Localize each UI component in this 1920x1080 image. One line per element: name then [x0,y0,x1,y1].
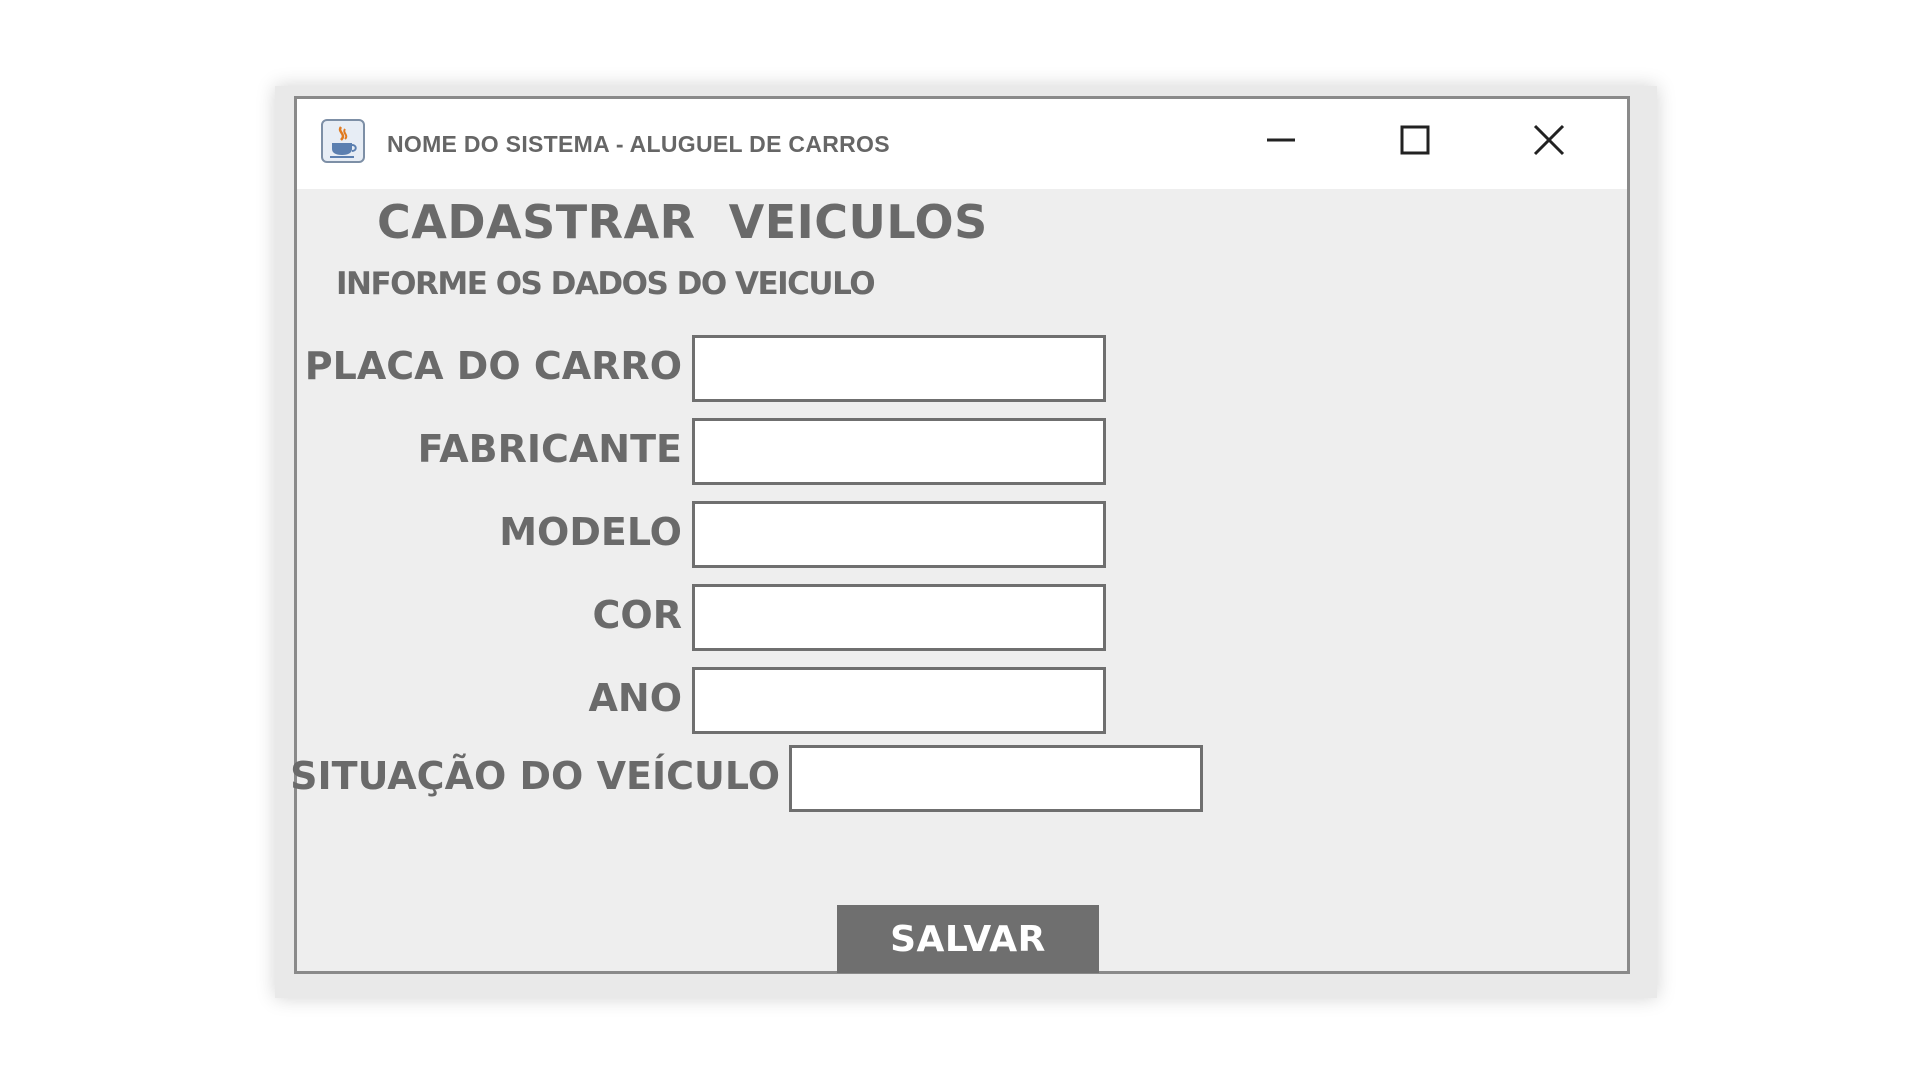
minimize-icon [1264,123,1298,162]
model-label: MODELO [499,510,682,554]
plate-label: PLACA DO CARRO [304,344,682,388]
form-subtitle: INFORME OS DADOS DO VEICULO [336,266,876,302]
model-field[interactable] [692,501,1106,568]
maximize-icon [1398,123,1432,162]
vehicle-status-field[interactable] [789,745,1203,812]
color-label: COR [592,593,682,637]
minimize-button[interactable] [1251,117,1311,167]
app-window: NOME DO SISTEMA - ALUGUEL DE CARROS CADA… [290,96,1630,974]
plate-field[interactable] [692,335,1106,402]
close-button[interactable] [1519,117,1579,167]
vehicle-status-label: SITUAÇÃO DO VEÍCULO [290,754,780,798]
manufacturer-field[interactable] [692,418,1106,485]
year-field[interactable] [692,667,1106,734]
java-cup-icon [321,119,365,163]
close-icon [1531,122,1567,163]
manufacturer-label: FABRICANTE [417,427,682,471]
maximize-button[interactable] [1385,117,1445,167]
color-field[interactable] [692,584,1106,651]
window-title: NOME DO SISTEMA - ALUGUEL DE CARROS [387,131,890,157]
save-button[interactable]: SALVAR [837,905,1099,973]
title-bar[interactable]: NOME DO SISTEMA - ALUGUEL DE CARROS [297,99,1627,189]
page-title: CADASTRAR VEICULOS [377,195,988,249]
year-label: ANO [588,676,682,720]
